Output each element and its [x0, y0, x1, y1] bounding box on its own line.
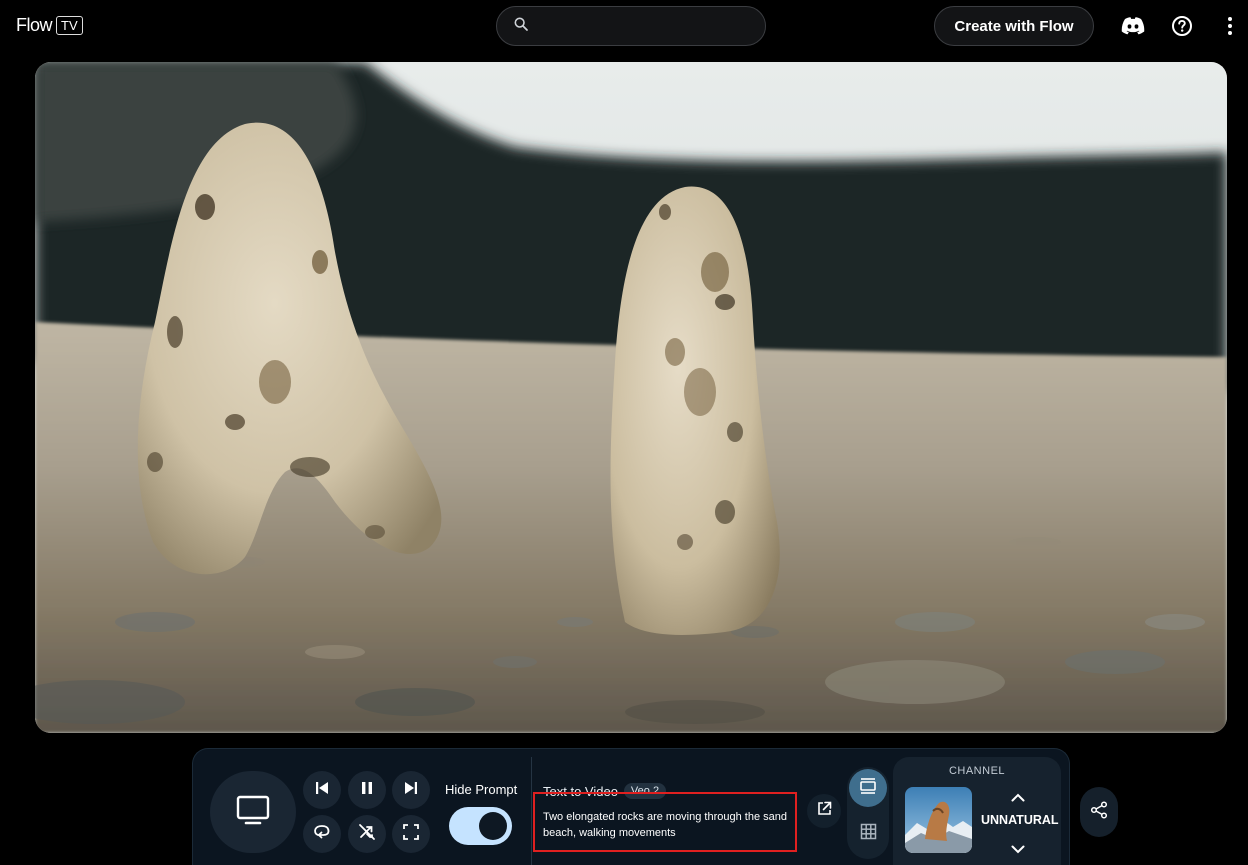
pause-button[interactable]: [348, 771, 386, 809]
skip-next-icon: [404, 781, 418, 800]
open-prompt-button[interactable]: [807, 794, 841, 828]
search-input[interactable]: [537, 7, 765, 45]
logo-text: Flow: [16, 15, 53, 35]
create-with-flow-button[interactable]: Create with Flow: [934, 6, 1094, 46]
single-view-button[interactable]: [849, 769, 887, 807]
tv-icon: [236, 795, 270, 830]
divider: [531, 757, 532, 865]
player-control-bar: Hide Prompt Text to Video Veo 2 Two elon…: [192, 748, 1070, 865]
previous-button[interactable]: [303, 771, 341, 809]
channel-down-button[interactable]: [1007, 839, 1029, 861]
shuffle-button[interactable]: [348, 815, 386, 853]
channel-name: UNNATURAL: [981, 813, 1059, 827]
pause-icon: [360, 781, 374, 800]
search-bar[interactable]: [496, 6, 766, 46]
share-button[interactable]: [1080, 787, 1118, 837]
toggle-knob: [479, 812, 507, 840]
channel-label: CHANNEL: [948, 765, 1006, 777]
layout-single-icon: [859, 777, 877, 800]
video-frame-image: [35, 62, 1227, 733]
channel-selector: CHANNEL UNNATURAL: [893, 757, 1061, 865]
share-icon: [1090, 800, 1108, 824]
grid-icon: [860, 823, 877, 845]
prompt-text: Two elongated rocks are moving through t…: [543, 811, 787, 839]
fullscreen-icon: [403, 823, 419, 845]
fullscreen-button[interactable]: [392, 815, 430, 853]
open-in-new-icon: [817, 801, 832, 821]
tv-mode-button[interactable]: [210, 771, 296, 853]
loop-icon: [313, 823, 331, 846]
hide-prompt-toggle[interactable]: [449, 807, 512, 845]
video-player[interactable]: [35, 62, 1227, 733]
chevron-up-icon: [1011, 789, 1025, 807]
hide-prompt-label: Hide Prompt: [445, 782, 518, 797]
grid-view-button[interactable]: [849, 815, 887, 853]
loop-button[interactable]: [303, 815, 341, 853]
logo-badge: TV: [56, 16, 83, 35]
more-vert-icon[interactable]: [1217, 13, 1243, 39]
chevron-down-icon: [1011, 841, 1025, 859]
discord-icon[interactable]: [1120, 13, 1146, 39]
shuffle-off-icon: [358, 823, 376, 846]
channel-thumbnail[interactable]: [905, 787, 972, 853]
skip-previous-icon: [315, 781, 329, 800]
search-icon: [513, 16, 529, 37]
app-logo[interactable]: Flow TV: [16, 15, 83, 36]
next-button[interactable]: [392, 771, 430, 809]
view-mode-group: [847, 767, 889, 859]
channel-up-button[interactable]: [1007, 787, 1029, 809]
help-icon[interactable]: [1169, 13, 1195, 39]
